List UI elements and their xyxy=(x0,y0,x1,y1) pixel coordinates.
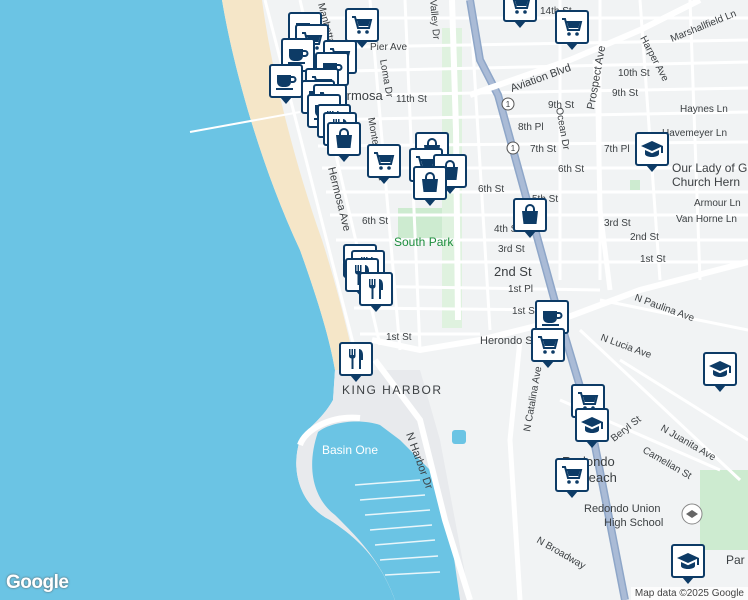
street-label: 8th Pl xyxy=(518,122,544,133)
street-label: 9th St xyxy=(612,88,638,99)
school-icon xyxy=(709,361,731,377)
restaurant-pin[interactable] xyxy=(339,342,373,382)
school-pin[interactable] xyxy=(635,132,669,172)
coffee-pin[interactable] xyxy=(269,64,303,104)
svg-text:1: 1 xyxy=(511,144,516,153)
school-icon xyxy=(641,141,663,157)
bag-pin[interactable] xyxy=(327,122,361,162)
school-icon xyxy=(581,417,603,433)
pond xyxy=(452,430,466,444)
bag-icon xyxy=(336,128,352,148)
street-label: 1st St xyxy=(640,254,666,265)
place-label: South Park xyxy=(394,235,454,249)
cart-icon xyxy=(538,336,559,354)
restaurant-icon xyxy=(369,279,383,299)
coffee-icon xyxy=(276,75,297,90)
street-label: Herondo St xyxy=(480,335,536,347)
street-label: 7th St xyxy=(530,144,556,155)
street-label: Armour Ln xyxy=(694,198,741,209)
street-label: Van Horne Ln xyxy=(676,214,737,225)
street-label: 11th St xyxy=(396,94,427,105)
street-label: Pier Ave xyxy=(370,42,407,53)
street-label: 6th St xyxy=(478,184,504,195)
street-label: 1st Pl xyxy=(508,284,533,295)
restaurant-icon xyxy=(349,349,363,369)
map-attribution[interactable]: Map data ©2025 Google xyxy=(630,587,748,600)
coffee-icon xyxy=(542,311,563,326)
cart-icon xyxy=(374,152,395,170)
bag-pin[interactable] xyxy=(513,198,547,238)
place-label: Our Lady of G xyxy=(672,161,747,175)
place-label: Church Hern xyxy=(672,175,740,189)
highway-shield: 1 xyxy=(506,141,520,155)
street-label: Haynes Ln xyxy=(680,104,728,115)
place-label: KING HARBOR xyxy=(342,383,443,397)
street-label: 2nd St xyxy=(630,232,659,243)
bag-pin[interactable] xyxy=(413,166,447,206)
street-label: 6th St xyxy=(558,164,584,175)
cart-pin[interactable] xyxy=(367,144,401,184)
cart-icon xyxy=(562,18,583,36)
park-area xyxy=(700,470,748,550)
school-icon xyxy=(677,553,699,569)
place-label: Par xyxy=(726,553,745,567)
place-label: Redondo Union xyxy=(584,503,660,515)
cart-pin[interactable] xyxy=(555,458,589,498)
small-park xyxy=(630,180,640,190)
street-label: 6th St xyxy=(362,216,388,227)
street-label: 7th Pl xyxy=(604,144,630,155)
cart-pin[interactable] xyxy=(503,0,537,28)
school-pin[interactable] xyxy=(703,352,737,392)
svg-text:1: 1 xyxy=(506,100,511,109)
cart-icon xyxy=(352,16,373,34)
cart-icon xyxy=(562,466,583,484)
street-label: 2nd St xyxy=(494,264,532,279)
place-label: Basin One xyxy=(322,443,378,457)
restaurant-pin[interactable] xyxy=(359,272,393,312)
street-label: 3rd St xyxy=(604,218,631,229)
highway-shield: 1 xyxy=(501,97,515,111)
cart-pin[interactable] xyxy=(531,328,565,368)
street-label: Havemeyer Ln xyxy=(662,128,727,139)
bag-icon xyxy=(422,172,438,192)
street-label: 3rd St xyxy=(498,244,525,255)
google-logo: Google xyxy=(6,572,69,593)
cart-pin[interactable] xyxy=(345,8,379,48)
school-pin[interactable] xyxy=(671,544,705,584)
cart-icon xyxy=(512,0,531,14)
school-pin[interactable] xyxy=(575,408,609,448)
place-label: High School xyxy=(604,517,663,529)
street-label: 1st St xyxy=(512,306,538,317)
street-label: 1st St xyxy=(386,332,412,343)
street-label: 10th St xyxy=(618,68,650,79)
cart-pin[interactable] xyxy=(555,10,589,50)
bag-icon xyxy=(522,204,538,224)
